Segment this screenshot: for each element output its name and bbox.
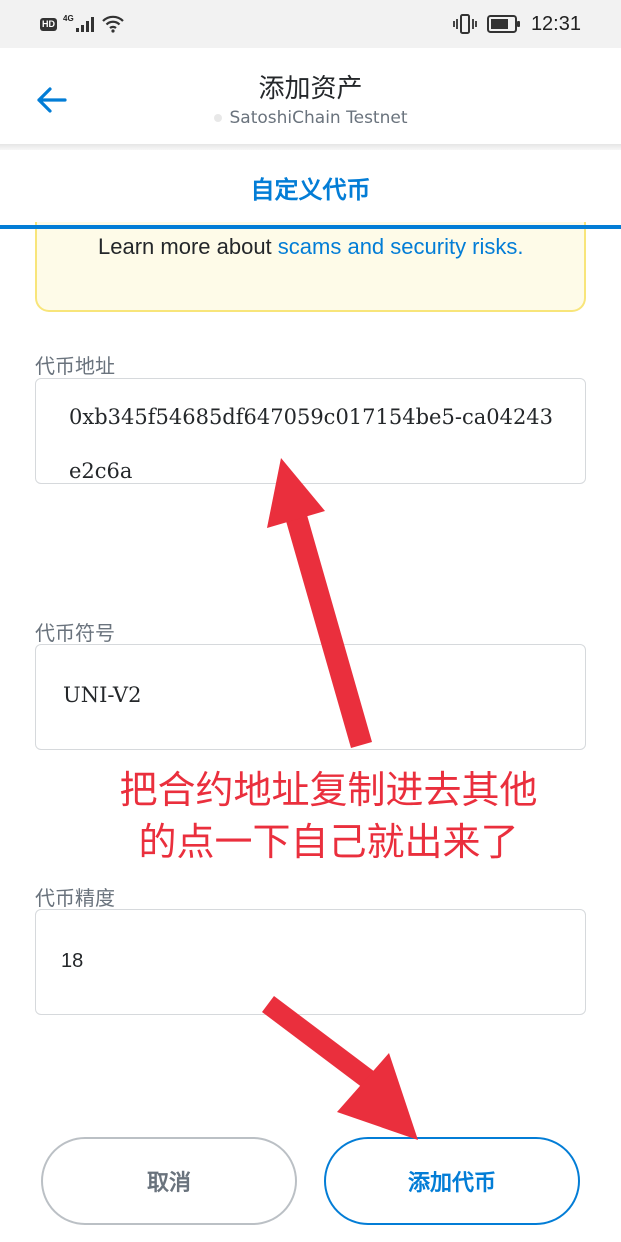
status-bar: HD 4G 12:31 [0, 0, 621, 48]
warning-text: Learn more about [98, 234, 278, 259]
arrow-down-to-add-button [262, 996, 418, 1140]
token-symbol-input[interactable]: UNI-V2 [35, 644, 586, 750]
network-status-dot [213, 114, 222, 122]
vibrate-icon [453, 14, 477, 34]
page-title: 添加资产 [258, 74, 363, 104]
hd-badge: HD [40, 17, 57, 31]
warning-box: Learn more about scams and security risk… [35, 222, 586, 312]
annotation-line-1: 把合约地址复制进去其他 [119, 768, 538, 812]
token-symbol-label: 代币符号 [35, 621, 115, 645]
signal-icon [75, 17, 94, 32]
wifi-icon [101, 15, 124, 33]
cancel-button[interactable]: 取消 [41, 1137, 297, 1225]
network-indicator: SatoshiChain Testnet [0, 108, 621, 128]
network-name: SatoshiChain Testnet [229, 108, 408, 128]
token-symbol-value: UNI-V2 [63, 683, 142, 707]
token-address-value: 0xb345f54685df647059c017154be5-ca04243e2… [69, 405, 554, 483]
token-decimals-value: 18 [61, 950, 84, 972]
instruction-annotation: 把合约地址复制进去其他 的点一下自己就出来了 [56, 764, 601, 868]
token-decimals-label: 代币精度 [35, 886, 115, 910]
token-address-label: 代币地址 [35, 354, 115, 378]
clock: 12:31 [530, 12, 581, 35]
network-type-label: 4G [63, 13, 74, 23]
app-header: 添加资产 SatoshiChain Testnet [0, 48, 621, 144]
annotation-line-2: 的点一下自己就出来了 [138, 820, 519, 864]
battery-icon [486, 15, 520, 33]
token-address-input[interactable]: 0xb345f54685df647059c017154be5-ca04243e2… [35, 378, 586, 484]
add-token-button-label: 添加代币 [407, 1171, 496, 1196]
token-decimals-input[interactable]: 18 [35, 909, 586, 1015]
cancel-button-label: 取消 [146, 1171, 191, 1196]
tab-custom-token-label: 自定义代币 [250, 176, 371, 204]
add-token-button[interactable]: 添加代币 [324, 1137, 580, 1225]
tab-custom-token[interactable]: 自定义代币 [0, 150, 621, 228]
security-risks-link[interactable]: scams and security risks. [278, 234, 524, 259]
tab-underline [0, 225, 621, 229]
